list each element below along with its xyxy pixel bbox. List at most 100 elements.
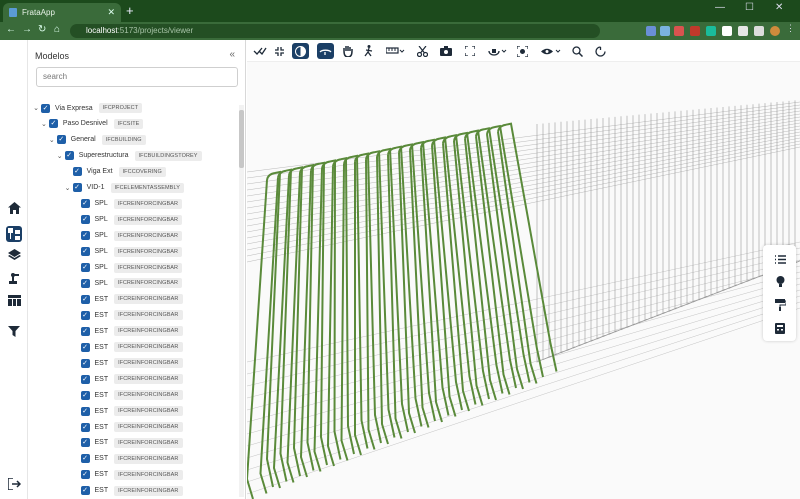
visibility-checkbox[interactable]: ✓ — [80, 294, 90, 304]
tree-row[interactable]: ✓ Viga Ext IFCCOVERING — [63, 165, 166, 179]
expand-chevron-icon[interactable]: ⌄ — [31, 104, 41, 112]
tree-scroll-thumb[interactable] — [239, 110, 244, 168]
tree-row[interactable]: ⌄ ✓ General IFCBUILDING — [47, 133, 146, 147]
walk-icon[interactable] — [360, 43, 377, 59]
tree-row[interactable]: ✓ EST IFCREINFORCINGBAR — [71, 452, 183, 466]
tree-row[interactable]: ✓ SPL IFCREINFORCINGBAR — [71, 245, 183, 259]
browser-tab[interactable]: FrataApp ✕ — [3, 3, 121, 22]
extension-icon[interactable] — [660, 26, 670, 36]
visibility-checkbox[interactable]: ✓ — [80, 374, 90, 384]
puzzle-icon[interactable] — [738, 26, 748, 36]
tree-row[interactable]: ⌄ ✓ Paso Desnivel IFCSITE — [39, 117, 144, 131]
forward-icon[interactable]: → — [22, 24, 32, 35]
visibility-checkbox[interactable]: ✓ — [80, 358, 90, 368]
tree-row[interactable]: ⌄ ✓ Superestructura IFCBUILDINGSTOREY — [55, 149, 202, 163]
3d-viewer[interactable] — [247, 40, 800, 499]
tree-row[interactable]: ✓ SPL IFCREINFORCINGBAR — [71, 276, 183, 290]
filter-icon[interactable] — [6, 323, 22, 339]
window-close-button[interactable]: ✕ — [775, 2, 783, 13]
contrast-icon[interactable] — [292, 43, 309, 59]
visibility-checkbox[interactable]: ✓ — [80, 390, 90, 400]
visibility-checkbox[interactable]: ✓ — [56, 135, 66, 145]
window-maximize-button[interactable]: ☐ — [745, 2, 754, 13]
tree-row[interactable]: ✓ EST IFCREINFORCINGBAR — [71, 324, 183, 338]
pan-hand-icon[interactable] — [339, 43, 356, 59]
cut-icon[interactable] — [414, 43, 431, 59]
paint-roller-icon[interactable] — [772, 297, 788, 313]
visibility-checkbox[interactable]: ✓ — [80, 278, 90, 288]
table-icon[interactable] — [6, 292, 22, 308]
logout-icon[interactable] — [6, 476, 22, 492]
tree-row[interactable]: ✓ EST IFCREINFORCINGBAR — [71, 372, 183, 386]
sidepanel-icon[interactable] — [754, 26, 764, 36]
lightbulb-icon[interactable] — [772, 274, 788, 290]
tree-row[interactable]: ✓ EST IFCREINFORCINGBAR — [71, 340, 183, 354]
visibility-checkbox[interactable]: ✓ — [64, 151, 74, 161]
orbit-icon[interactable] — [317, 43, 334, 59]
tree-row[interactable]: ✓ SPL IFCREINFORCINGBAR — [71, 229, 183, 243]
window-minimize-button[interactable]: — — [715, 2, 725, 13]
tree-row[interactable]: ✓ EST IFCREINFORCINGBAR — [71, 436, 183, 450]
back-icon[interactable]: ← — [6, 24, 16, 35]
visibility-checkbox[interactable]: ✓ — [48, 119, 58, 129]
visibility-checkbox[interactable]: ✓ — [80, 326, 90, 336]
tree-row[interactable]: ✓ SPL IFCREINFORCINGBAR — [71, 197, 183, 211]
tree-row[interactable]: ✓ EST IFCREINFORCINGBAR — [71, 292, 183, 306]
eye-icon[interactable] — [540, 43, 564, 59]
extension-icon[interactable] — [646, 26, 656, 36]
new-tab-button[interactable]: + — [126, 3, 134, 18]
visibility-checkbox[interactable]: ✓ — [72, 167, 82, 177]
visibility-checkbox[interactable]: ✓ — [80, 342, 90, 352]
tree-row[interactable]: ✓ EST IFCREINFORCINGBAR — [71, 404, 183, 418]
rebar-3d-scene[interactable] — [247, 62, 800, 499]
visibility-checkbox[interactable]: ✓ — [41, 103, 50, 113]
robot-arm-icon[interactable] — [6, 269, 22, 285]
visibility-checkbox[interactable]: ✓ — [80, 199, 90, 209]
visibility-checkbox[interactable]: ✓ — [80, 422, 90, 432]
expand-chevron-icon[interactable]: ⌄ — [55, 152, 65, 160]
extension-icon[interactable] — [706, 26, 716, 36]
list-icon[interactable] — [772, 251, 788, 267]
zoom-icon[interactable] — [569, 43, 586, 59]
search-input[interactable]: search — [36, 67, 238, 87]
navigation-cube-icon[interactable] — [487, 43, 509, 59]
reload-icon[interactable]: ↻ — [38, 24, 46, 35]
visibility-checkbox[interactable]: ✓ — [80, 310, 90, 320]
camera-icon[interactable] — [437, 43, 454, 59]
visibility-checkbox[interactable]: ✓ — [80, 486, 90, 496]
fit-view-icon[interactable] — [271, 43, 288, 59]
extension-icon[interactable] — [690, 26, 700, 36]
expand-chevron-icon[interactable]: ⌄ — [63, 184, 73, 192]
collapse-panel-icon[interactable]: « — [229, 49, 235, 60]
visibility-checkbox[interactable]: ✓ — [80, 406, 90, 416]
visibility-checkbox[interactable]: ✓ — [80, 454, 90, 464]
tree-row[interactable]: ✓ EST IFCREINFORCINGBAR — [71, 356, 183, 370]
tree-row[interactable]: ✓ EST IFCREINFORCINGBAR — [71, 308, 183, 322]
menu-icon[interactable]: ⋮ — [786, 23, 796, 33]
extension-icon[interactable] — [722, 26, 732, 36]
visibility-checkbox[interactable]: ✓ — [80, 215, 90, 225]
tree-row[interactable]: ⌄ ✓ Via Expresa IFCPROJECT — [31, 101, 143, 115]
fullscreen-icon[interactable] — [461, 43, 478, 59]
tree-row[interactable]: ✓ EST IFCREINFORCINGBAR — [71, 388, 183, 402]
expand-chevron-icon[interactable]: ⌄ — [39, 120, 49, 128]
measure-check-icon[interactable] — [251, 43, 268, 59]
url-field[interactable]: localhost:5173/projects/viewer — [70, 24, 600, 38]
tree-row[interactable]: ✓ EST IFCREINFORCINGBAR — [71, 420, 183, 434]
tree-row[interactable]: ✓ SPL IFCREINFORCINGBAR — [71, 261, 183, 275]
tree-row[interactable]: ✓ EST IFCREINFORCINGBAR — [71, 484, 183, 498]
visibility-checkbox[interactable]: ✓ — [80, 247, 90, 257]
tree-row[interactable]: ⌄ ✓ VID-1 IFCELEMENTASSEMBLY — [63, 181, 184, 195]
visibility-checkbox[interactable]: ✓ — [72, 183, 82, 193]
tree-row[interactable]: ✓ SPL IFCREINFORCINGBAR — [71, 213, 183, 227]
visibility-checkbox[interactable]: ✓ — [80, 470, 90, 480]
visibility-checkbox[interactable]: ✓ — [80, 263, 90, 272]
tab-close-icon[interactable]: ✕ — [107, 7, 115, 18]
visibility-checkbox[interactable]: ✓ — [80, 231, 90, 241]
extension-icon[interactable] — [674, 26, 684, 36]
avatar[interactable] — [770, 26, 780, 36]
visibility-checkbox[interactable]: ✓ — [80, 438, 90, 448]
home-browser-icon[interactable]: ⌂ — [54, 24, 60, 35]
calculator-icon[interactable] — [772, 320, 788, 336]
tree-row[interactable]: ✓ EST IFCREINFORCINGBAR — [71, 468, 183, 482]
